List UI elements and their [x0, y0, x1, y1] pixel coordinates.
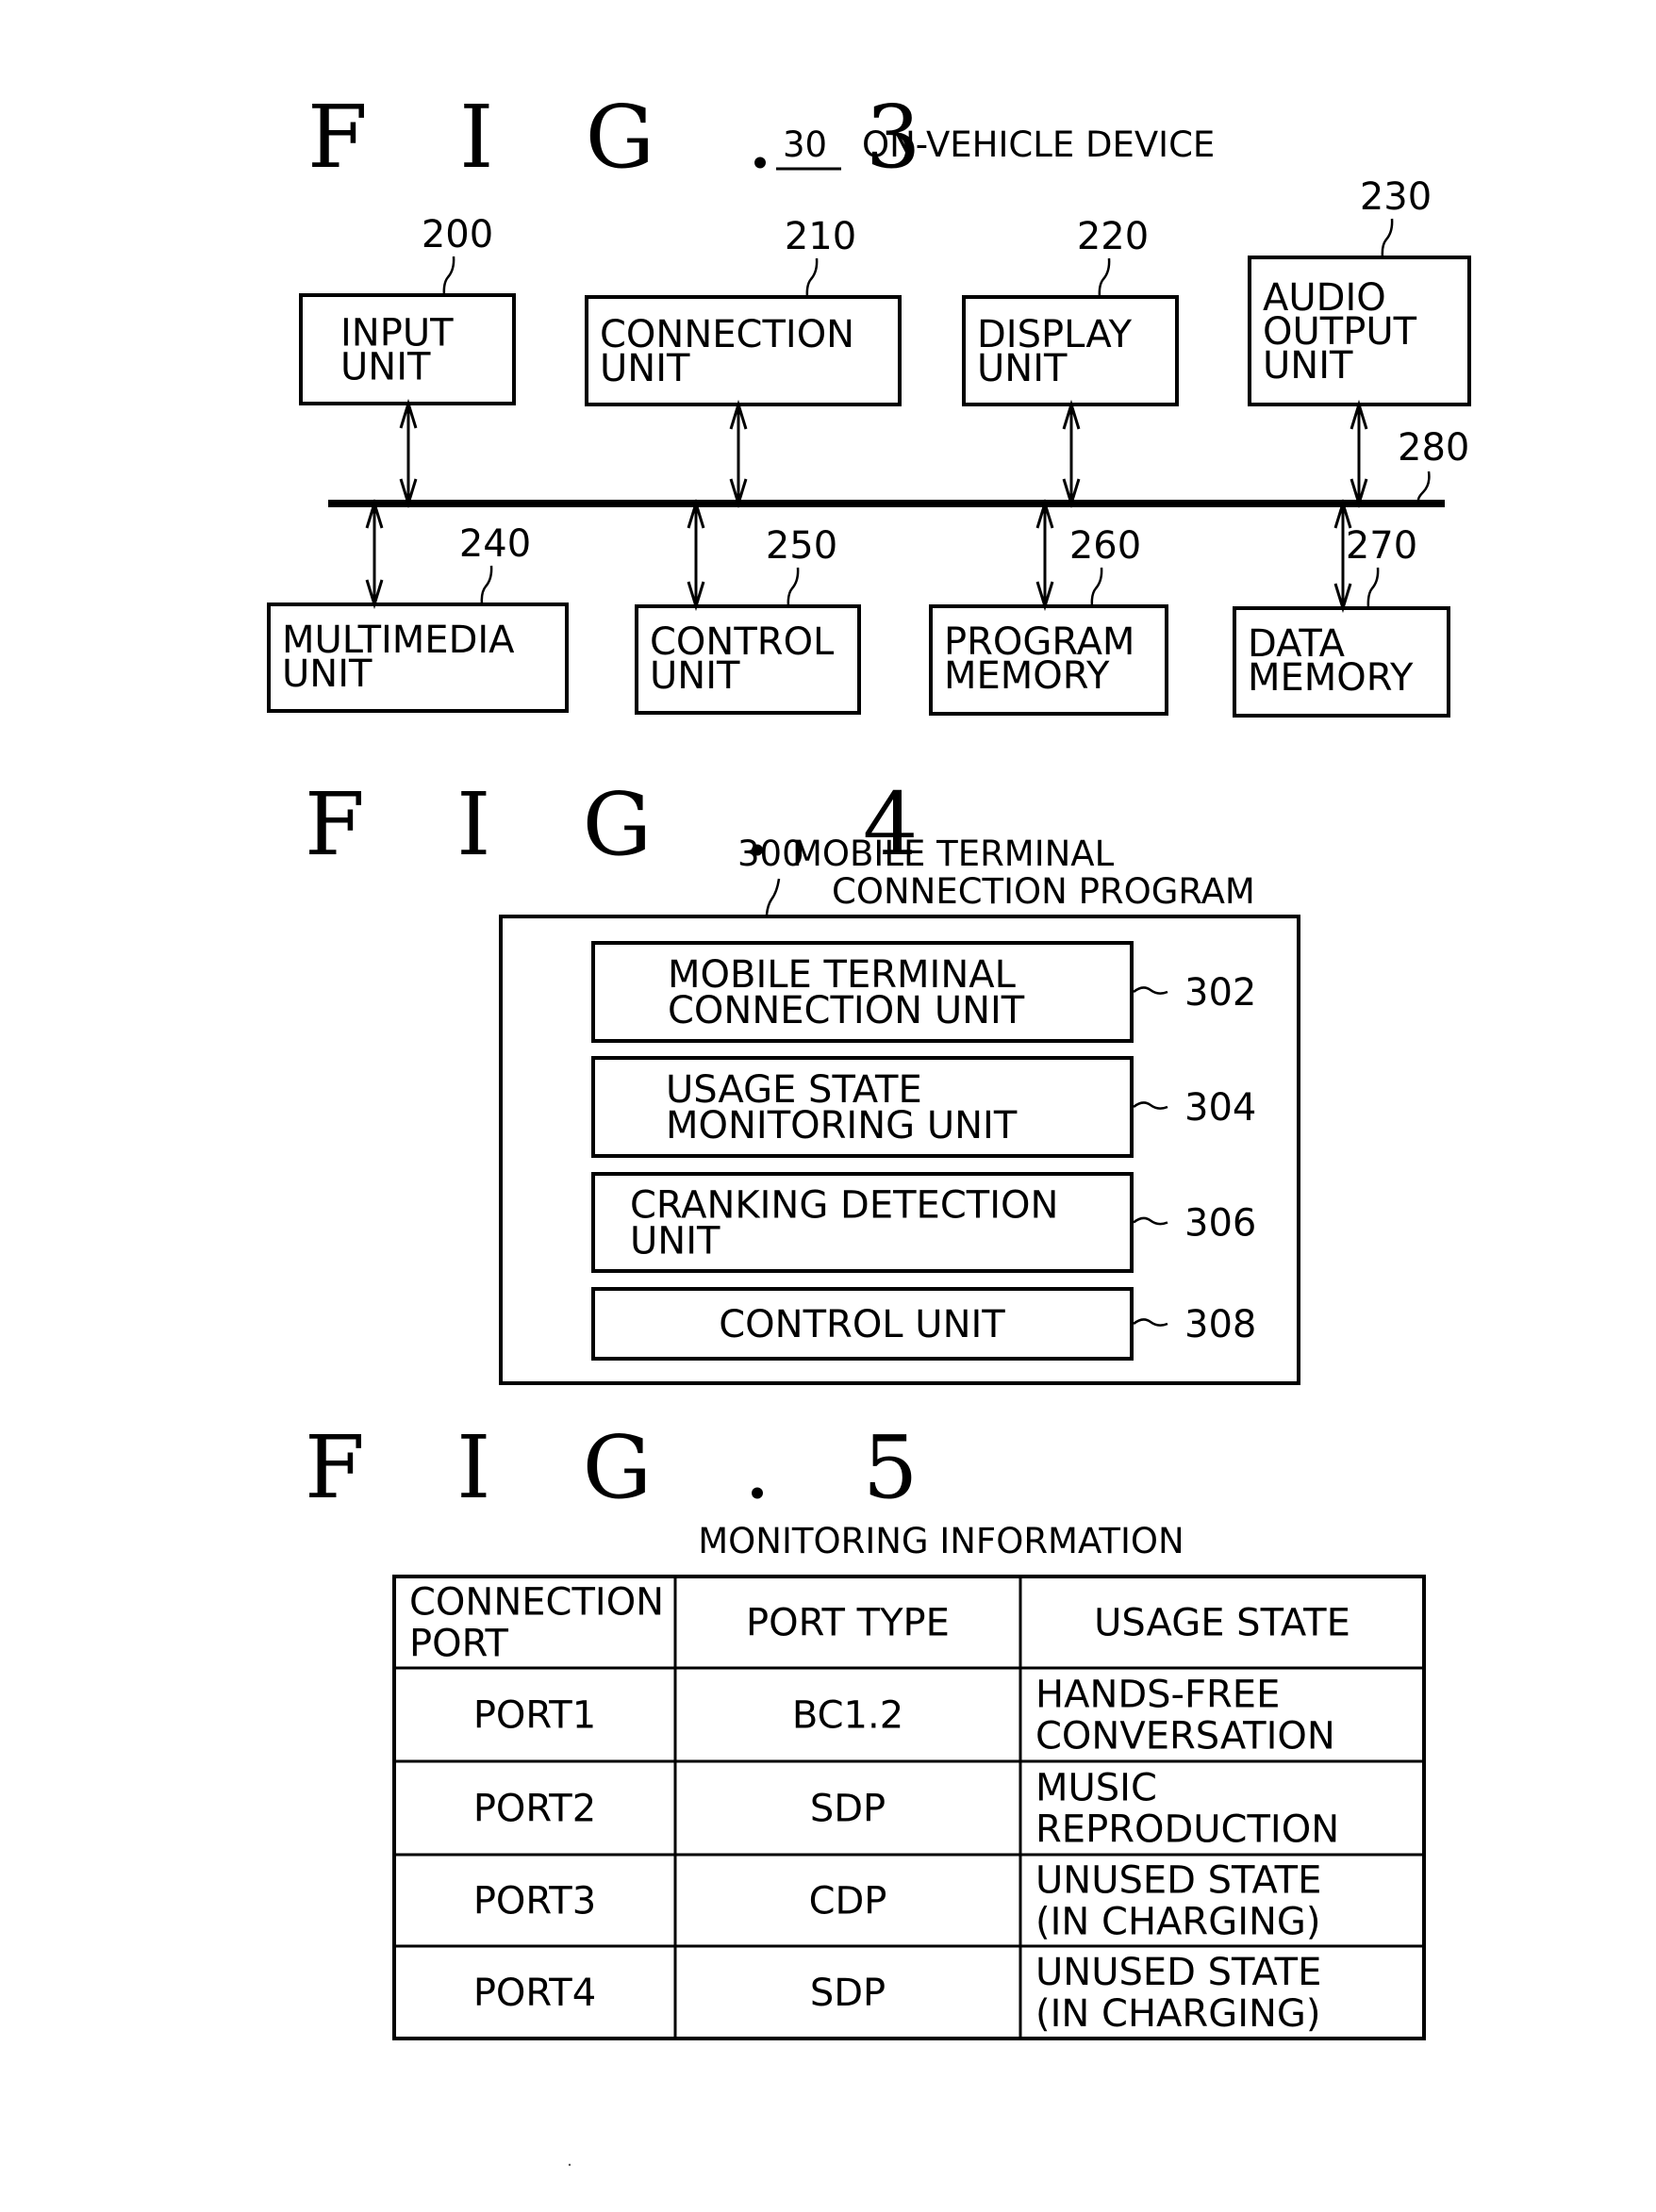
usage-state-cell-line-1: UNUSED STATE — [1035, 1859, 1321, 1903]
port-cell-line-1: PORT2 — [473, 1788, 596, 1831]
unit-label-line-3: UNIT — [1263, 344, 1353, 388]
unit-260: PROGRAMMEMORY260 — [929, 498, 1168, 716]
figure-5: F I G . 5 MONITORING INFORMATION CONNECT… — [305, 1417, 1426, 2040]
port-cell-line-1: PORT4 — [473, 1972, 596, 2015]
port-type-cell-line-1: SDP — [810, 1972, 886, 2015]
header-cell: USAGE STATE — [1094, 1602, 1350, 1645]
module-label-line-2: UNIT — [630, 1220, 720, 1263]
unit-leader-line — [1090, 567, 1103, 607]
unit-ref-number: 270 — [1346, 524, 1417, 568]
bus-connection-arrow — [1062, 399, 1081, 509]
unit-label-line-2: MEMORY — [1248, 656, 1414, 700]
module-label-line-2: MONITORING UNIT — [666, 1104, 1018, 1147]
patent-drawing-sheet: F I G . 3 30 ON-VEHICLE DEVICE 280 INPUT… — [267, 87, 1471, 2167]
header-label-line-2: PORT — [409, 1623, 508, 1666]
bus-connection-arrow — [687, 498, 705, 612]
usage-state-cell-line-2: (IN CHARGING) — [1035, 1901, 1321, 1944]
usage-state-cell-line-1: MUSIC — [1035, 1767, 1157, 1810]
port-cell-line-1: PORT3 — [473, 1880, 596, 1923]
header-label-line-1: PORT TYPE — [746, 1602, 950, 1645]
device-ref-number: 30 — [783, 124, 827, 165]
module-label-line-2: CONNECTION UNIT — [668, 989, 1025, 1032]
port-type-cell-line-1: SDP — [810, 1788, 886, 1831]
usage-state-cell-line-2: (IN CHARGING) — [1035, 1992, 1321, 2036]
unit-ref-number: 240 — [459, 522, 531, 566]
bus-ref-number: 280 — [1398, 426, 1469, 470]
header-label-line-1: USAGE STATE — [1094, 1602, 1350, 1645]
table-row: PORT2 SDP MUSICREPRODUCTION — [473, 1767, 1339, 1852]
module-ref-number: 304 — [1184, 1086, 1256, 1130]
port-type-cell-line-1: BC1.2 — [792, 1694, 903, 1738]
monitoring-information-table: CONNECTIONPORT PORT TYPE USAGE STATE PORT1 B… — [392, 1575, 1426, 2040]
unit-leader-line — [1366, 567, 1380, 609]
program-leader-line — [765, 878, 781, 916]
figure-3-label: F I G . 3 — [307, 87, 952, 188]
header-label-line-1: CONNECTION — [409, 1581, 664, 1625]
unit-250: CONTROLUNIT250 — [635, 498, 861, 715]
unit-ref-number: 220 — [1077, 215, 1149, 258]
usage-state-cell-line-1: UNUSED STATE — [1035, 1951, 1321, 1994]
module-label-line-1: CONTROL UNIT — [719, 1303, 1005, 1346]
unit-leader-line — [1098, 257, 1111, 298]
unit-ref-number: 200 — [422, 213, 493, 256]
program-name-line-2: CONNECTION PROGRAM — [832, 871, 1255, 912]
unit-leader-line — [442, 256, 455, 296]
bus-connection-arrow — [729, 399, 748, 509]
program-name-line-1: MOBILE TERMINAL — [792, 834, 1115, 874]
unit-label-line-2: UNIT — [600, 347, 690, 390]
unit-label-line-2: MEMORY — [944, 654, 1110, 698]
unit-ref-number: 260 — [1069, 524, 1141, 568]
bus-connection-arrow — [1035, 498, 1054, 612]
unit-ref-number: 230 — [1360, 175, 1432, 219]
unit-ref-number: 210 — [785, 215, 856, 258]
unit-leader-line — [480, 565, 493, 605]
table-title: MONITORING INFORMATION — [698, 1521, 1184, 1561]
table-header-row: CONNECTIONPORT PORT TYPE USAGE STATE — [409, 1581, 1350, 1666]
unit-leader-line — [805, 257, 819, 298]
device-name: ON-VEHICLE DEVICE — [862, 124, 1215, 165]
unit-210: CONNECTIONUNIT210 — [585, 215, 902, 509]
bus-leader-line — [1416, 470, 1431, 503]
table-row: PORT4 SDP UNUSED STATE(IN CHARGING) — [473, 1951, 1322, 2036]
table-row: PORT3 CDP UNUSED STATE(IN CHARGING) — [473, 1859, 1322, 1944]
port-cell-line-1: PORT1 — [473, 1694, 596, 1738]
unit-label-line-2: UNIT — [340, 346, 431, 389]
unit-200: INPUTUNIT200 — [299, 213, 516, 509]
table-row: PORT1 BC1.2 HANDS-FREECONVERSATION — [473, 1674, 1335, 1758]
stray-mark — [568, 2163, 571, 2167]
unit-label-line-2: UNIT — [650, 654, 740, 698]
usage-state-cell-line-1: HANDS-FREE — [1035, 1674, 1280, 1717]
unit-label-line-2: UNIT — [282, 652, 373, 696]
figure-5-label: F I G . 5 — [305, 1417, 950, 1518]
bus-connection-arrow — [399, 398, 418, 509]
unit-270: DATAMEMORY270 — [1233, 498, 1450, 718]
header-cell: PORT TYPE — [746, 1602, 950, 1645]
usage-state-cell-line-2: REPRODUCTION — [1035, 1808, 1339, 1852]
bottom-unit-group: MULTIMEDIAUNIT240CONTROLUNIT250PROGRAMME… — [267, 498, 1450, 718]
figure-4: F I G . 4 300 MOBILE TERMINAL CONNECTION… — [305, 774, 1300, 1385]
header-cell: CONNECTIONPORT — [409, 1581, 664, 1666]
module-ref-number: 308 — [1184, 1303, 1256, 1346]
bus-connection-arrow — [365, 498, 384, 610]
module-ref-number: 306 — [1184, 1202, 1256, 1246]
usage-state-cell-line-2: CONVERSATION — [1035, 1715, 1335, 1758]
unit-leader-line — [1381, 218, 1394, 258]
unit-220: DISPLAYUNIT220 — [962, 215, 1179, 509]
unit-label-line-2: UNIT — [977, 347, 1068, 390]
figure-3: F I G . 3 30 ON-VEHICLE DEVICE 280 INPUT… — [267, 87, 1471, 718]
top-unit-group: INPUTUNIT200CONNECTIONUNIT210DISPLAYUNIT… — [299, 175, 1471, 509]
unit-ref-number: 250 — [766, 524, 837, 568]
unit-240: MULTIMEDIAUNIT240 — [267, 498, 569, 713]
unit-leader-line — [787, 567, 800, 607]
bus-connection-arrow — [1350, 399, 1368, 509]
port-type-cell-line-1: CDP — [809, 1880, 887, 1923]
module-ref-number: 302 — [1184, 971, 1256, 1015]
